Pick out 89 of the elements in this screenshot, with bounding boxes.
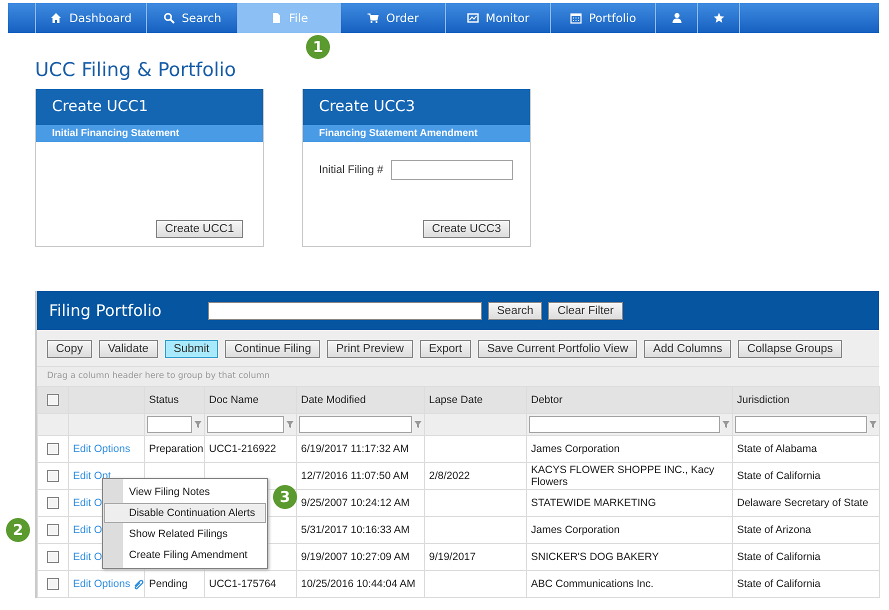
- table-cell: 2/8/2022: [429, 470, 470, 482]
- toolbar-button[interactable]: Copy: [47, 340, 92, 358]
- card-title: Create UCC1: [36, 89, 263, 125]
- toolbar-button[interactable]: Add Columns: [644, 340, 732, 358]
- table-cell: 9/19/2007 10:27:09 AM: [301, 551, 410, 563]
- filter-field[interactable]: [207, 416, 284, 433]
- column-header[interactable]: Jurisdiction: [732, 386, 880, 414]
- input-field[interactable]: [391, 160, 514, 180]
- create-button[interactable]: Create UCC1: [156, 220, 243, 238]
- group-hint: Drag a column header here to group by that column: [37, 366, 879, 386]
- table-cell: UCC1-175764: [209, 578, 276, 590]
- toolbar-button[interactable]: Export: [420, 340, 472, 358]
- filter-field[interactable]: [529, 416, 720, 433]
- search-field[interactable]: [208, 302, 482, 320]
- toolbar-button[interactable]: Submit: [164, 340, 218, 358]
- callout-badge: 1: [306, 35, 330, 59]
- checkbox[interactable]: [47, 497, 59, 509]
- table-cell: STATEWIDE MARKETING: [531, 497, 656, 509]
- table-cell: KACYS FLOWER SHOPPE INC., Kacy Flowers: [531, 464, 714, 488]
- clear-filter-button[interactable]: Clear Filter: [548, 302, 623, 320]
- menu-item[interactable]: Show Related Filings: [104, 524, 266, 544]
- field-label: Initial Filing #: [319, 164, 384, 176]
- filter-field[interactable]: [299, 416, 412, 433]
- menu-item[interactable]: View Filing Notes: [104, 482, 266, 502]
- calendar-icon: [570, 12, 582, 24]
- table-cell: 5/31/2017 10:16:33 AM: [301, 524, 410, 536]
- table-cell: 6/19/2017 11:17:32 AM: [301, 443, 409, 455]
- column-header[interactable]: Date Modified: [296, 386, 424, 414]
- table-cell: Preparation: [149, 443, 204, 455]
- cart-icon: [367, 12, 380, 24]
- filter-field[interactable]: [735, 416, 867, 433]
- card-title: Create UCC3: [303, 89, 530, 125]
- paperclip-icon: [133, 578, 144, 590]
- column-header[interactable]: Doc Name: [204, 386, 296, 414]
- table-cell: State of Arizona: [737, 524, 812, 536]
- table-cell: 9/25/2007 10:24:12 AM: [301, 497, 410, 509]
- table-cell: 12/7/2016 11:07:50 AM: [301, 470, 409, 482]
- user-icon: [670, 12, 682, 24]
- column-header[interactable]: Lapse Date: [424, 386, 526, 414]
- checkbox[interactable]: [47, 524, 59, 536]
- nav-tab[interactable]: Order: [341, 3, 446, 33]
- filter-field[interactable]: [147, 416, 192, 433]
- table-cell: UCC1-216922: [209, 443, 276, 455]
- table-cell: State of Alabama: [737, 443, 817, 455]
- table-cell: SNICKER'S DOG BAKERY: [531, 551, 659, 563]
- search-icon: [162, 12, 175, 24]
- card-subtitle: Initial Financing Statement: [36, 125, 263, 142]
- filter-icon[interactable]: [722, 420, 730, 429]
- toolbar-button[interactable]: Continue Filing: [225, 340, 320, 358]
- table-cell: State of California: [737, 470, 820, 482]
- table-cell: 9/19/2017: [429, 551, 476, 563]
- table-cell: James Corporation: [531, 524, 620, 536]
- table-cell: James Corporation: [531, 443, 620, 455]
- table-cell: Pending: [149, 578, 188, 590]
- checkbox[interactable]: [47, 551, 59, 563]
- search-button[interactable]: Search: [488, 302, 542, 320]
- checkbox[interactable]: [47, 443, 59, 455]
- monitor-icon: [466, 12, 479, 24]
- nav-tab[interactable]: Portfolio: [551, 3, 656, 33]
- column-header[interactable]: Debtor: [526, 386, 732, 414]
- create-button[interactable]: Create UCC3: [422, 220, 510, 238]
- table-cell: State of California: [737, 551, 820, 563]
- callout-badge: 2: [6, 518, 30, 542]
- page-title: UCC Filing & Portfolio: [35, 59, 238, 81]
- panel-title: Filing Portfolio: [49, 301, 163, 320]
- nav-tab[interactable]: Monitor: [446, 3, 551, 33]
- table-cell: ABC Communications Inc.: [531, 578, 654, 590]
- toolbar-button[interactable]: Save Current Portfolio View: [478, 340, 638, 358]
- toolbar-button[interactable]: Print Preview: [327, 340, 413, 358]
- filter-icon[interactable]: [414, 420, 422, 429]
- table-cell: State of California: [737, 578, 820, 590]
- filter-icon[interactable]: [194, 420, 202, 429]
- card-subtitle: Financing Statement Amendment: [303, 125, 530, 142]
- checkbox[interactable]: [47, 578, 59, 590]
- table-cell: Delaware Secretary of State: [737, 497, 868, 509]
- star-icon: [712, 12, 724, 24]
- checkbox[interactable]: [47, 394, 59, 406]
- toolbar-button[interactable]: Validate: [98, 340, 158, 358]
- filter-icon[interactable]: [286, 420, 294, 429]
- checkbox[interactable]: [47, 470, 59, 482]
- callout-badge: 3: [273, 485, 297, 509]
- nav-tab[interactable]: Dashboard: [36, 3, 147, 33]
- table-cell: 10/25/2016 10:44:04 AM: [301, 578, 416, 590]
- home-icon: [50, 12, 62, 24]
- toolbar-button[interactable]: Collapse Groups: [738, 340, 842, 358]
- filter-icon[interactable]: [869, 420, 877, 429]
- menu-item[interactable]: Disable Continuation Alerts: [104, 503, 266, 523]
- column-header[interactable]: Status: [144, 386, 204, 414]
- menu-item[interactable]: Create Filing Amendment: [104, 545, 266, 565]
